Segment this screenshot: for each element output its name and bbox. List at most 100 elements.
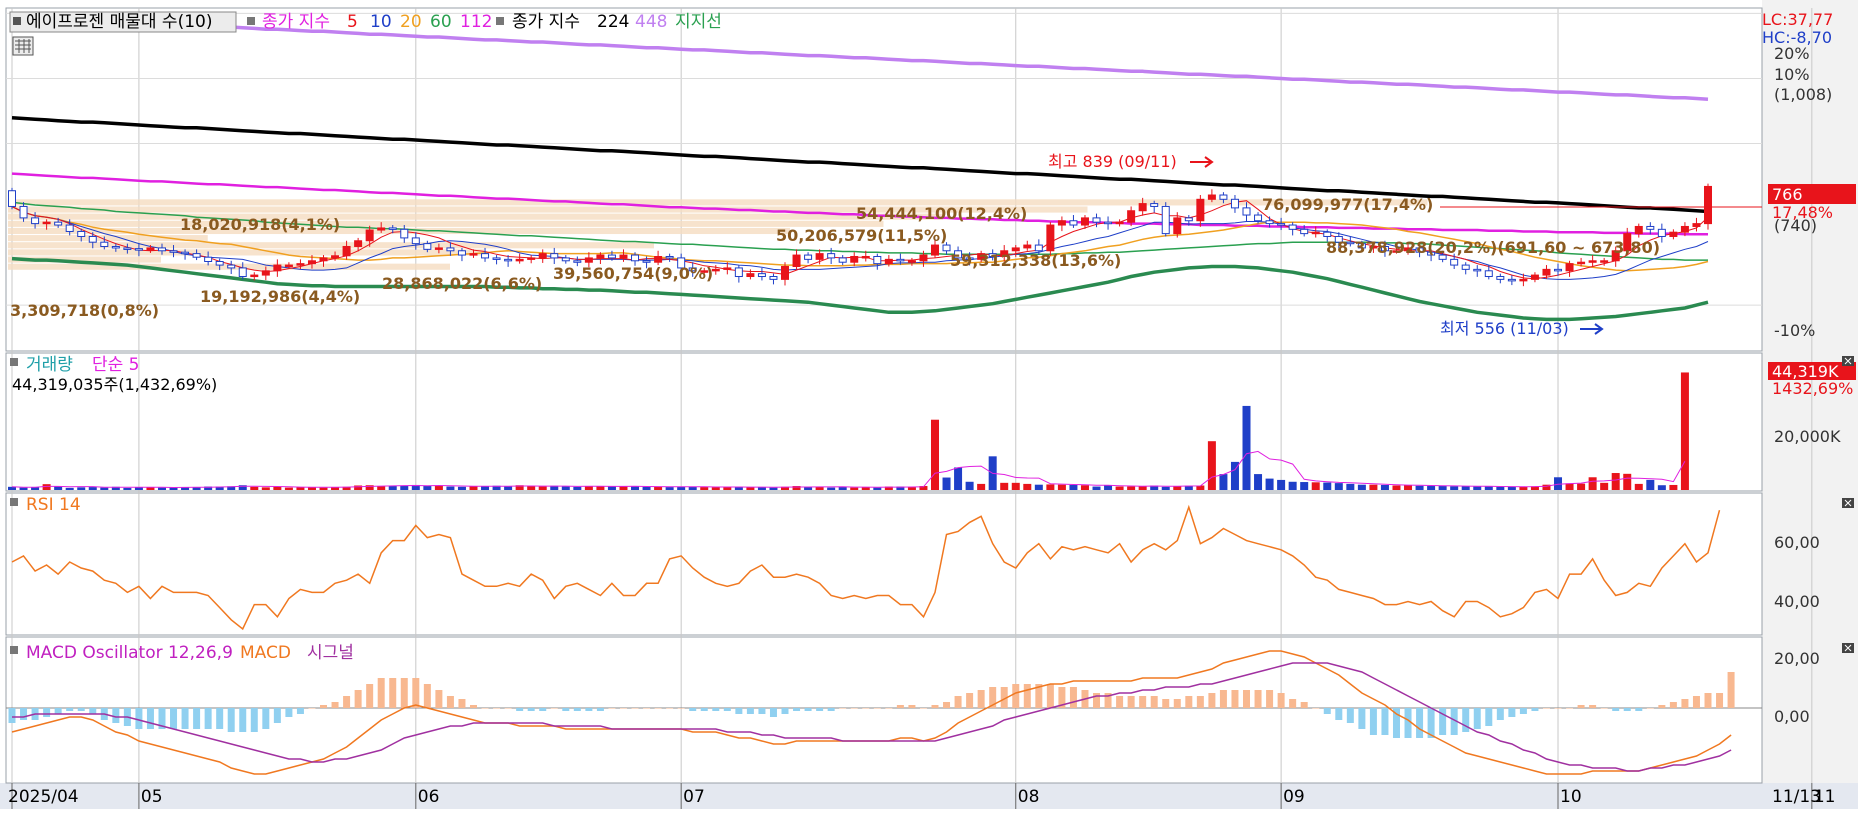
volume-bar [1496,486,1505,490]
oscillator-bar [1704,693,1712,708]
oscillator-bar [469,705,477,708]
candle-body [596,254,605,259]
oscillator-bar [285,708,293,717]
chart-canvas[interactable]: 에이프로젠 매물대 수(10) 종가 지수 5 10 20 60 112 종가 … [0,0,1858,809]
legend-toggle-icon[interactable] [13,17,21,25]
volume-bar [19,487,28,490]
legend-toggle-icon[interactable] [496,17,504,25]
candle-body [365,229,374,242]
volume-scale-label: 20,000K [1774,427,1841,446]
x-axis-label: 10 [1560,787,1582,807]
oscillator-bar [1542,708,1550,709]
oscillator-bar [1289,699,1297,708]
volume-bar [1369,484,1378,490]
volume-bar [1600,482,1609,490]
oscillator-bar [112,708,120,723]
volume-bar [1577,483,1586,490]
ma10-legend: 10 [370,12,392,32]
macd-tick-0: 0,00 [1774,707,1810,726]
volume-bar [1219,474,1228,490]
volume-bar [1484,486,1493,490]
volume-bar [1461,486,1470,490]
oscillator-bar [54,708,62,714]
oscillator-bar [446,696,454,708]
oscillator-bar [331,702,339,708]
oscillator-bar [146,708,154,729]
oscillator-bar [1623,708,1631,711]
oscillator-bar [1254,690,1262,708]
oscillator-bar [585,708,593,711]
candle-body [261,270,270,276]
candle-body [1138,203,1147,212]
close-icon[interactable] [1842,498,1854,508]
pct20-label: 20% [1774,44,1810,63]
oscillator-bar [827,708,835,711]
ma20-legend: 20 [400,12,422,32]
oscillator-bar [1312,708,1320,709]
candle-body [907,260,916,263]
oscillator-bar [839,708,847,709]
legend-toggle-icon[interactable] [247,17,255,25]
candle-body [1634,225,1643,235]
oscillator-bar [954,696,962,708]
oscillator-bar [250,708,258,732]
oscillator-bar [850,708,858,709]
volume-bar [1588,477,1597,490]
candle-body [1450,258,1459,266]
oscillator-bar [550,708,558,709]
oscillator-bar [1266,690,1274,708]
volume-bar [1438,486,1447,490]
lc-label: LC:37,77 [1762,10,1833,29]
table-grid-icon[interactable] [12,36,34,56]
candle-body [8,190,16,207]
value-1008-label: (1,008) [1774,85,1832,104]
pct-neg10-label: -10% [1774,321,1815,340]
candle-body [1161,205,1170,235]
volume-bar [1207,441,1216,490]
candle-body [1046,224,1055,252]
volume-bar [642,486,651,490]
candle-body [1565,263,1574,272]
legend-toggle-icon[interactable] [10,498,18,506]
candle-body [457,250,466,256]
legend-toggle-icon[interactable] [10,646,18,654]
oscillator-bar [193,708,201,729]
oscillator-bar [1208,693,1216,708]
ma60-legend: 60 [430,12,452,32]
oscillator-bar [435,690,443,708]
ma112-legend: 112 [460,12,492,32]
oscillator-bar [1646,708,1654,709]
current-price-label: 766 [1772,185,1803,204]
x-axis-end-label: 11/13 [1772,787,1821,807]
candle-body [1057,220,1066,226]
volume-bar [954,467,963,490]
volume-bar [434,485,443,490]
oscillator-bar [539,708,547,711]
volume-bar [1069,484,1078,490]
candle-body [469,253,478,256]
oscillator-bar [527,708,535,711]
oscillator-bar [1381,708,1389,735]
candle-body [1184,217,1193,222]
oscillator-bar [216,708,224,729]
oscillator-bar [816,708,824,711]
candle-body [619,254,628,259]
oscillator-bar [1358,708,1366,729]
close-icon[interactable] [1842,643,1854,653]
candle-body [1669,231,1678,237]
oscillator-bar [908,705,916,708]
oscillator-bar [966,693,974,708]
oscillator-bar [273,708,281,723]
oscillator-bar [343,696,351,708]
oscillator-bar [769,708,777,717]
oscillator-bar [66,708,74,711]
volume-value-text: 44,319,035주(1,432,69%) [12,375,217,394]
candle-body [711,268,720,272]
oscillator-bar [1231,690,1239,708]
oscillator-bar [619,708,627,709]
volume-bar [930,419,939,490]
legend-toggle-icon[interactable] [10,358,18,366]
candle-body [181,251,190,255]
close-icon[interactable] [1842,356,1854,366]
oscillator-bar [735,708,743,714]
